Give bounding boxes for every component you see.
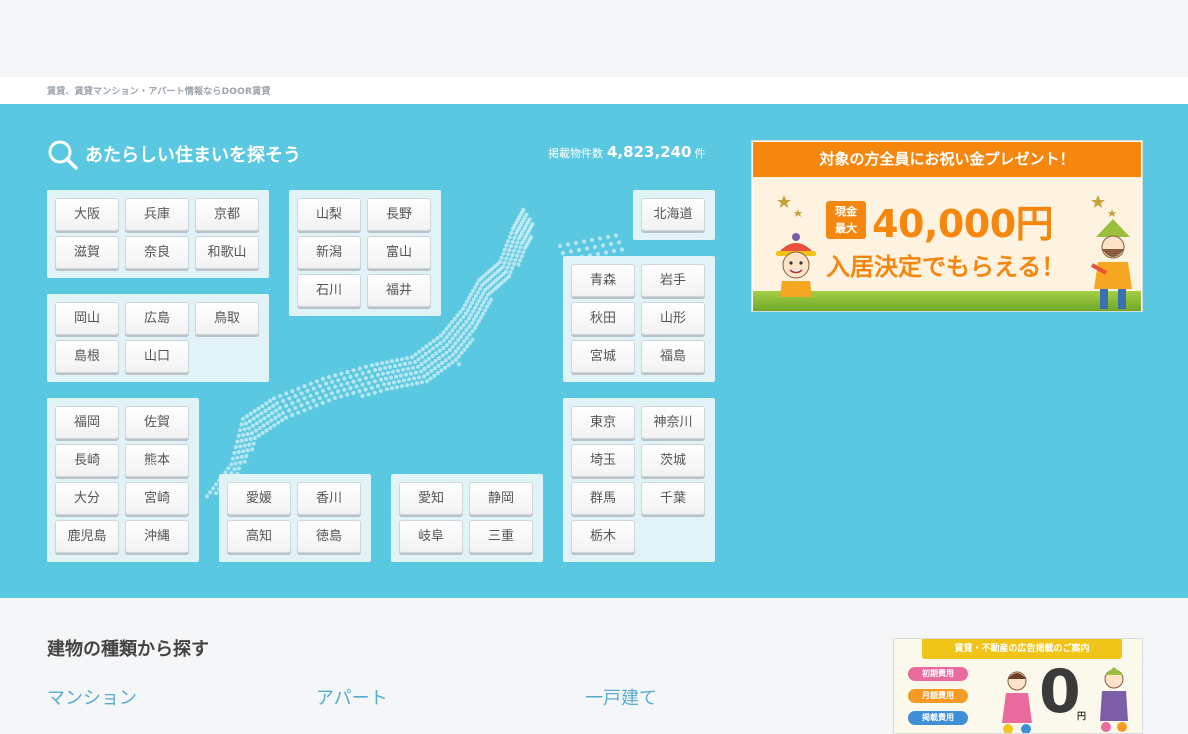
advertising-info-banner[interactable]: 賃貸・不動産の広告掲載のご案内 初期費用 月額費用 掲載費用 0 円 [893, 638, 1143, 734]
monthly-cost-pill: 月額費用 [908, 689, 968, 703]
site-header [0, 0, 1188, 77]
search-icon [48, 140, 78, 170]
man-character-illustration [1091, 219, 1132, 309]
pref-button-okayama[interactable]: 岡山 [55, 302, 119, 335]
pref-button-kochi[interactable]: 高知 [227, 520, 291, 553]
listing-count-label: 掲載物件数 [548, 147, 603, 160]
pref-button-ehime[interactable]: 愛媛 [227, 482, 291, 515]
pref-button-tochigi[interactable]: 栃木 [571, 520, 635, 553]
man-character-illustration [1100, 667, 1128, 732]
hero-title: あたらしい住まいを探そう [85, 145, 301, 166]
pref-button-fukui[interactable]: 福井 [367, 274, 431, 307]
pref-button-tottori[interactable]: 鳥取 [195, 302, 259, 335]
pref-button-miyazaki[interactable]: 宮崎 [125, 482, 189, 515]
pref-button-yamaguchi[interactable]: 山口 [125, 340, 189, 373]
pref-button-ibaraki[interactable]: 茨城 [641, 444, 705, 477]
pref-button-tokyo[interactable]: 東京 [571, 406, 635, 439]
campaign-banner[interactable]: 対象の方全員にお祝い金プレゼント！ 現金 最大 40,000円 入居決定でもらえ… [751, 140, 1143, 312]
pref-button-mie[interactable]: 三重 [469, 520, 533, 553]
pref-button-kagawa[interactable]: 香川 [297, 482, 361, 515]
pref-button-kanagawa[interactable]: 神奈川 [641, 406, 705, 439]
boy-character-illustration [776, 233, 816, 297]
pref-button-niigata[interactable]: 新潟 [297, 236, 361, 269]
pref-button-iwate[interactable]: 岩手 [641, 264, 705, 297]
pref-button-oita[interactable]: 大分 [55, 482, 119, 515]
pref-button-gunma[interactable]: 群馬 [571, 482, 635, 515]
pref-button-kagoshima[interactable]: 鹿児島 [55, 520, 119, 553]
pref-button-ishikawa[interactable]: 石川 [297, 274, 361, 307]
initial-cost-pill: 初期費用 [908, 667, 968, 681]
pref-button-kumamoto[interactable]: 熊本 [125, 444, 189, 477]
type-link-apartment[interactable]: アパート [316, 684, 388, 710]
pref-button-tokushima[interactable]: 徳島 [297, 520, 361, 553]
ad-banner-header: 賃貸・不動産の広告掲載のご案内 [922, 639, 1122, 659]
type-link-mansion[interactable]: マンション [47, 684, 137, 710]
pref-button-chiba[interactable]: 千葉 [641, 482, 705, 515]
pref-button-shimane[interactable]: 島根 [55, 340, 119, 373]
star-decoration-icon [1091, 195, 1116, 217]
pref-button-hokkaido[interactable]: 北海道 [641, 198, 705, 231]
cash-badge-line1: 現金 [835, 205, 857, 218]
pref-button-kyoto[interactable]: 京都 [195, 198, 259, 231]
pref-button-aichi[interactable]: 愛知 [399, 482, 463, 515]
listing-count-value: 4,823,240 [607, 143, 692, 161]
cash-amount: 40,000円 [872, 202, 1054, 246]
star-decoration-icon [777, 195, 802, 217]
pref-button-okinawa[interactable]: 沖縄 [125, 520, 189, 553]
pref-button-shizuoka[interactable]: 静岡 [469, 482, 533, 515]
pref-button-nara[interactable]: 奈良 [125, 236, 189, 269]
banner-subtitle: 入居決定でもらえる！ [826, 253, 1066, 281]
pref-button-miyagi[interactable]: 宮城 [571, 340, 635, 373]
pref-button-saga[interactable]: 佐賀 [125, 406, 189, 439]
pref-button-nagano[interactable]: 長野 [367, 198, 431, 231]
pref-button-hiroshima[interactable]: 広島 [125, 302, 189, 335]
banner-header: 対象の方全員にお祝い金プレゼント！ [753, 142, 1141, 177]
yen-unit: 円 [1077, 712, 1087, 722]
cash-badge: 現金 最大 [826, 201, 866, 239]
pref-button-saitama[interactable]: 埼玉 [571, 444, 635, 477]
listing-count-unit: 件 [694, 147, 706, 160]
type-link-house[interactable]: 一戸建て [585, 684, 657, 710]
zero-cost-number: 0 [1039, 657, 1081, 727]
pref-button-gifu[interactable]: 岐阜 [399, 520, 463, 553]
pref-button-fukushima[interactable]: 福島 [641, 340, 705, 373]
cash-badge-line2: 最大 [835, 222, 857, 235]
pref-button-toyama[interactable]: 富山 [367, 236, 431, 269]
pref-button-wakayama[interactable]: 和歌山 [195, 236, 259, 269]
building-types-heading: 建物の種類から探す [47, 639, 209, 660]
pref-button-osaka[interactable]: 大阪 [55, 198, 119, 231]
breadcrumb[interactable]: 賃貸、賃貸マンション・アパート情報ならDOOR賃貸 [47, 84, 271, 97]
pref-button-shiga[interactable]: 滋賀 [55, 236, 119, 269]
pref-button-fukuoka[interactable]: 福岡 [55, 406, 119, 439]
pref-button-aomori[interactable]: 青森 [571, 264, 635, 297]
pref-button-hyogo[interactable]: 兵庫 [125, 198, 189, 231]
pref-button-yamanashi[interactable]: 山梨 [297, 198, 361, 231]
pref-button-yamagata[interactable]: 山形 [641, 302, 705, 335]
pref-button-nagasaki[interactable]: 長崎 [55, 444, 119, 477]
listing-count: 掲載物件数 4,823,240 件 [548, 142, 705, 161]
listing-cost-pill: 掲載費用 [908, 711, 968, 725]
woman-character-illustration [1002, 671, 1032, 733]
pref-button-akita[interactable]: 秋田 [571, 302, 635, 335]
